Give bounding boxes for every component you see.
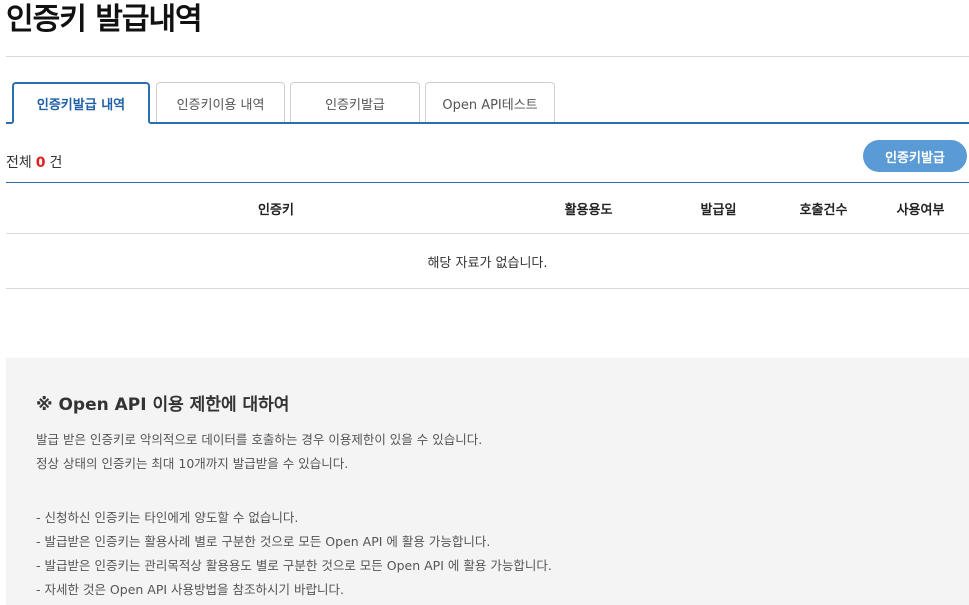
- tab-key-issue[interactable]: 인증키발급: [290, 82, 420, 123]
- total-count-value: 0: [35, 155, 46, 171]
- notice-bullet: - 자세한 것은 Open API 사용방법을 참조하시기 바랍니다.: [36, 582, 344, 597]
- column-header-issue-date: 발급일: [700, 203, 737, 218]
- notice-paragraph: 발급 받은 인증키로 악의적으로 데이터를 호출하는 경우 이용제한이 있을 수…: [36, 432, 483, 447]
- notice-bullet: - 신청하신 인증키는 타인에게 양도할 수 없습니다.: [36, 510, 299, 525]
- key-table: 인증키 활용용도 발급일 호출건수 사용여부 해당 자료가 없습니다.: [6, 182, 969, 289]
- total-count: 전체 0 건: [6, 152, 62, 172]
- notice-title: ※ Open API 이용 제한에 대하여: [36, 395, 290, 415]
- tab-key-usage-history[interactable]: 인증키이용 내역: [156, 82, 285, 123]
- total-count-prefix: 전체: [6, 155, 32, 171]
- tab-underline: [6, 122, 969, 124]
- page-title: 인증키 발급내역: [6, 2, 203, 37]
- table-empty-row: 해당 자료가 없습니다.: [6, 234, 969, 289]
- notice-bullet: - 발급받은 인증키는 활용사례 별로 구분한 것으로 모든 Open API …: [36, 534, 491, 549]
- table-header-row: 인증키 활용용도 발급일 호출건수 사용여부: [6, 182, 969, 234]
- tab-open-api-test[interactable]: Open API테스트: [425, 82, 555, 123]
- tab-bar: 인증키발급 내역 인증키이용 내역 인증키발급 Open API테스트: [6, 82, 969, 124]
- notice-box: ※ Open API 이용 제한에 대하여 발급 받은 인증키로 악의적으로 데…: [6, 358, 969, 605]
- column-header-key: 인증키: [258, 203, 294, 218]
- notice-bullet: - 발급받은 인증키는 관리목적상 활용용도 별로 구분한 것으로 모든 Ope…: [36, 558, 552, 573]
- column-header-status: 사용여부: [896, 203, 945, 218]
- issue-key-button[interactable]: 인증키발급: [863, 140, 967, 172]
- notice-paragraph: 정상 상태의 인증키는 최대 10개까지 발급받을 수 있습니다.: [36, 456, 349, 471]
- title-divider: [6, 56, 969, 57]
- tab-key-issue-history[interactable]: 인증키발급 내역: [12, 82, 150, 124]
- total-count-suffix: 건: [49, 155, 63, 171]
- column-header-purpose: 활용용도: [564, 203, 613, 218]
- column-header-call-count: 호출건수: [799, 203, 848, 218]
